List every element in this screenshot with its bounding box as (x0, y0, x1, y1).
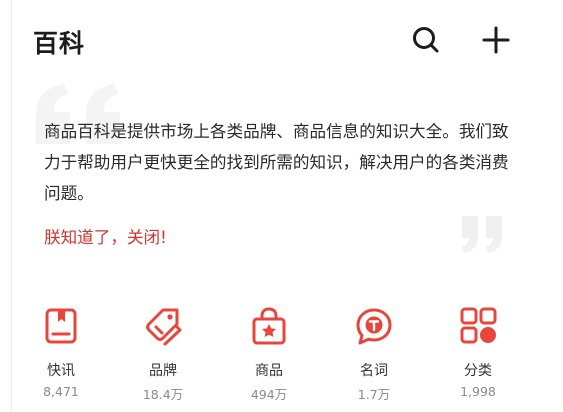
stat-count: 18.4万 (142, 387, 184, 402)
stat-label: 商品 (255, 363, 283, 379)
stat-label: 快讯 (47, 363, 75, 379)
stat-terms[interactable]: 名词 1.7万 (329, 306, 419, 406)
search-icon[interactable] (410, 24, 442, 56)
stat-products[interactable]: 商品 494万 (224, 306, 314, 406)
stat-label: 分类 (464, 363, 492, 379)
stat-label: 品牌 (149, 363, 177, 379)
stat-count: 8,471 (43, 384, 79, 399)
stat-count: 1,998 (460, 384, 496, 399)
dismiss-intro-link[interactable]: 朕知道了，关闭! (44, 224, 167, 248)
page-title: 百科 (33, 29, 86, 58)
intro-text: 商品百科是提供市场上各类品牌、商品信息的知识大全。我们致力于帮助用户更快更全的找… (44, 122, 509, 203)
term-bubble-icon (354, 306, 394, 346)
top-bar: 百科 (0, 0, 563, 80)
stats-row: 快讯 8,471 品牌 18.4万 商品 494万 名词 1.7万 分类 1,9… (0, 306, 563, 412)
close-quote-icon (458, 214, 510, 254)
stat-news[interactable]: 快讯 8,471 (16, 306, 106, 406)
stat-categories[interactable]: 分类 1,998 (433, 306, 523, 406)
stat-brands[interactable]: 品牌 18.4万 (118, 306, 208, 406)
category-grid-icon (458, 306, 498, 346)
brand-tag-icon (143, 306, 183, 346)
stat-count: 494万 (250, 387, 288, 402)
news-icon (41, 306, 81, 346)
plus-icon[interactable] (480, 24, 512, 56)
shopping-bag-icon (249, 306, 289, 346)
stat-label: 名词 (360, 363, 388, 379)
stat-count: 1.7万 (357, 387, 391, 402)
